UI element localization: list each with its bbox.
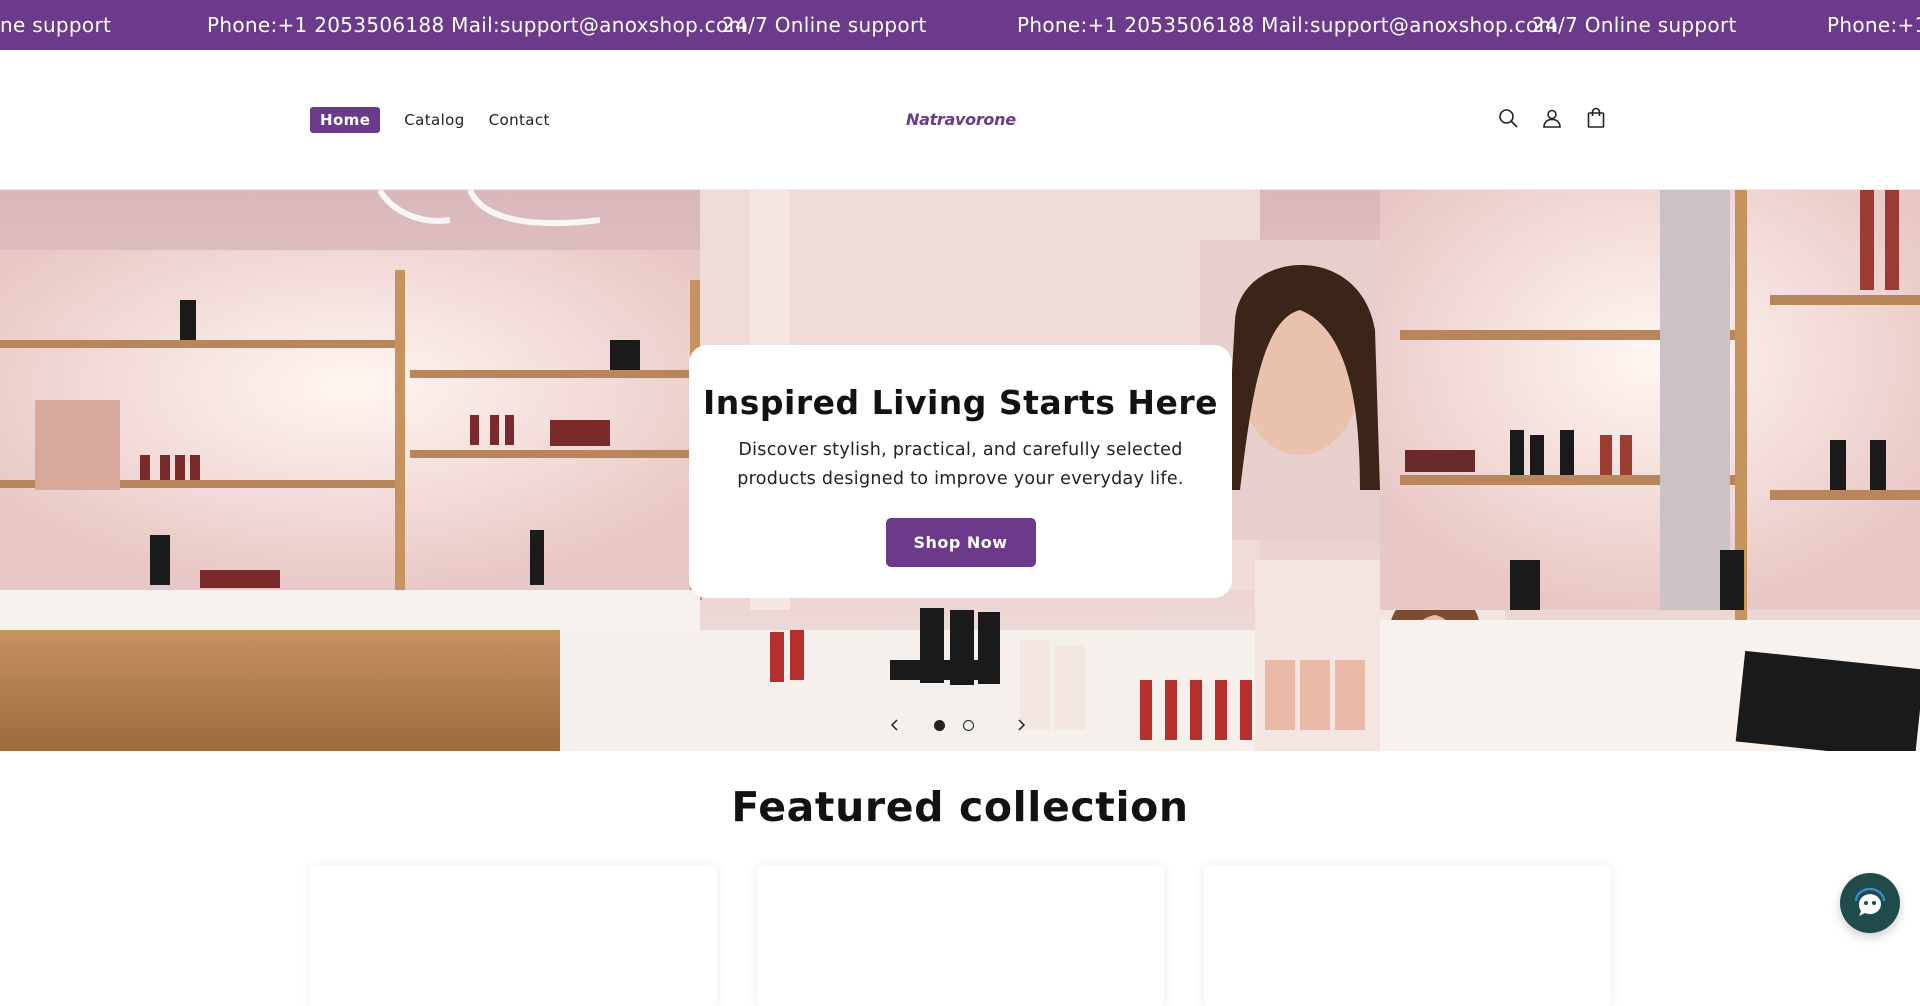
site-header: Home Catalog Contact Natravorone [0,50,1920,190]
slide-dot-1[interactable] [934,719,945,731]
announcement-support: 24/7 Online support [1532,13,1737,37]
site-logo[interactable]: Natravorone [906,110,1016,129]
slide-dot-2[interactable] [963,719,974,731]
nav-catalog-link[interactable]: Catalog [404,111,464,129]
product-card[interactable] [757,866,1164,1006]
featured-collection-title: Featured collection [731,783,1189,831]
main-nav: Home Catalog Contact [310,107,550,133]
announcement-bar: ne support Phone:+1 2053506188 Mail:supp… [0,0,1920,50]
chat-bot-icon [1854,887,1886,916]
announcement-contact: Phone:+1 2053506188 Mail:support@anoxsho… [207,13,749,37]
announcement-support: 24/7 Online support [722,13,927,37]
search-icon[interactable] [1496,106,1520,130]
hero-banner: Inspired Living Starts Here Discover sty… [0,190,1920,751]
slider-controls [888,718,1028,732]
chevron-right-icon[interactable] [1014,718,1028,732]
announcement-contact: Phone:+1 2053506188 Mail:support@anoxsho… [1017,13,1559,37]
hero-card: Inspired Living Starts Here Discover sty… [689,345,1232,598]
nav-contact-link[interactable]: Contact [489,111,550,129]
chevron-left-icon[interactable] [888,718,902,732]
nav-home-link[interactable]: Home [310,107,381,133]
product-card[interactable] [310,866,717,1006]
header-icons [1496,106,1608,130]
cart-icon[interactable] [1584,106,1608,130]
shop-now-button[interactable]: Shop Now [885,518,1036,567]
featured-product-grid [310,866,1611,1006]
announcement-contact-partial: Phone:+1 2 [1827,13,1920,37]
hero-description: Discover stylish, practical, and careful… [737,440,1184,489]
account-icon[interactable] [1540,106,1564,130]
chat-widget-button[interactable] [1840,873,1900,933]
announcement-support-partial: ne support [0,13,112,37]
product-card[interactable] [1204,866,1611,1006]
hero-title: Inspired Living Starts Here [702,383,1219,422]
